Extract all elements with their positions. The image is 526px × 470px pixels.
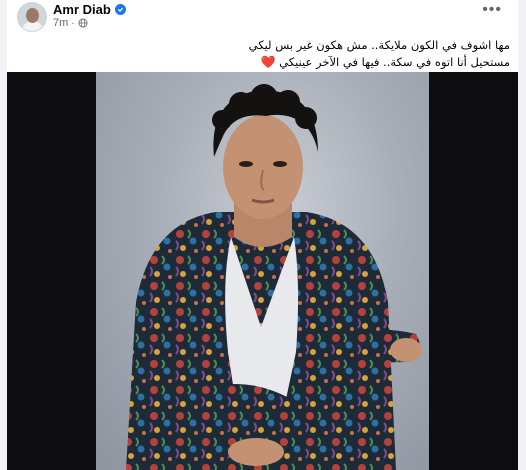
post-time[interactable]: 7m (53, 17, 68, 29)
post-text-line-2: مستحيل أنا اتوه في سكة.. فيها في الآخر ع… (30, 54, 510, 71)
meta-separator: · (71, 17, 75, 29)
post-text-line-1: مها اشوف في الكون ملايكة.. مش هكون غير ب… (248, 38, 510, 52)
globe-icon (78, 18, 88, 28)
post-text-line-2-text: مستحيل أنا اتوه في سكة.. فيها في الآخر ع… (279, 55, 510, 69)
red-heart-emoji: ❤️ (260, 55, 276, 69)
author-row: Amr Diab (53, 2, 126, 17)
portrait-illustration (126, 84, 422, 470)
avatar[interactable] (17, 2, 47, 32)
post-text: مها اشوف في الكون ملايكة.. مش هكون غير ب… (30, 37, 510, 71)
author-name[interactable]: Amr Diab (53, 2, 111, 17)
post-card: Amr Diab 7m · ••• مها اشوف في الكون ملاي… (7, 0, 518, 470)
more-options-icon[interactable]: ••• (482, 2, 502, 18)
post-meta: 7m · (53, 17, 88, 29)
post-header: Amr Diab 7m · ••• (7, 0, 518, 36)
verified-badge-icon (114, 4, 126, 15)
portrait-photo[interactable] (96, 72, 429, 470)
post-photo[interactable] (7, 72, 518, 470)
